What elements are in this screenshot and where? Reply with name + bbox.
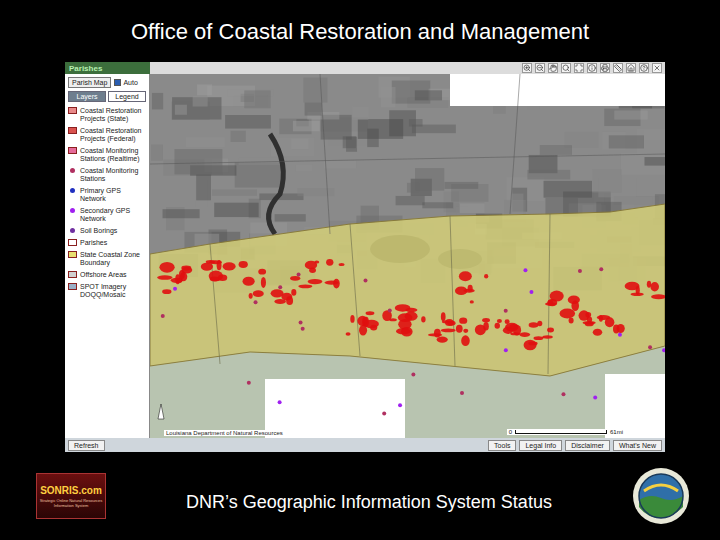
tab[interactable]: Legend (108, 91, 146, 102)
point-swatch (70, 188, 75, 193)
legend-item[interactable]: Offshore Areas (68, 271, 146, 279)
full-extent-icon (575, 64, 583, 72)
legend-item[interactable]: SPOT Imagery DOQQ/Mosaic (68, 283, 146, 299)
sonris-logo: SONRIS.comStrategic Online Natural Resou… (36, 473, 106, 519)
tool-button[interactable] (639, 63, 649, 73)
auto-checkbox[interactable]: Auto (114, 79, 137, 86)
home-icon (627, 64, 635, 72)
print-icon (601, 64, 609, 72)
tab-bar: LayersLegend (68, 91, 146, 102)
tool-button[interactable] (600, 63, 610, 73)
zoom-in-icon (523, 64, 531, 72)
tool-button[interactable] (548, 63, 558, 73)
legend-item[interactable]: Coastal Monitoring Stations (Realtime) (68, 147, 146, 163)
header-label: Parishes (65, 62, 150, 74)
tool-button[interactable] (535, 63, 545, 73)
north-arrow-icon (158, 404, 164, 419)
toolbar (150, 62, 665, 74)
pan-icon (549, 64, 557, 72)
close-icon (653, 64, 661, 72)
tool-button[interactable] (652, 63, 662, 73)
map-canvas[interactable] (150, 74, 665, 438)
area-swatch (68, 283, 77, 290)
footer-button[interactable]: Legal Info (519, 440, 562, 451)
area-swatch (68, 271, 77, 278)
header-bar: Parishes (65, 62, 665, 74)
footer-button[interactable]: What's New (613, 440, 662, 451)
footer-button[interactable]: Disclaimer (565, 440, 610, 451)
slide-title: Office of Coastal Restoration and Manage… (0, 0, 720, 62)
legend-item[interactable]: Primary GPS Network (68, 187, 146, 203)
legend-item[interactable]: Coastal Monitoring Stations (68, 167, 146, 183)
area-swatch (68, 147, 77, 154)
help-icon (640, 64, 648, 72)
measure-icon (614, 64, 622, 72)
slide-caption: DNR’s Geographic Information System Stat… (116, 480, 622, 513)
area-swatch (68, 251, 77, 258)
legend-item[interactable]: State Coastal Zone Boundary (68, 251, 146, 267)
checkbox-box[interactable] (114, 79, 121, 86)
legend-item[interactable]: Parishes (68, 239, 146, 247)
area-swatch (68, 107, 77, 114)
tool-button[interactable] (613, 63, 623, 73)
legend-item[interactable]: Soil Borings (68, 227, 146, 235)
map-credit: Louisiana Department of Natural Resource… (164, 430, 285, 436)
dnr-seal-icon (632, 467, 690, 525)
footer-bar: Refresh ToolsLegal InfoDisclaimerWhat's N… (65, 438, 665, 452)
legend-item[interactable]: Coastal Restoration Projects (Federal) (68, 127, 146, 143)
footer-button[interactable]: Tools (488, 440, 516, 451)
scale-bar: 061mi (507, 429, 625, 435)
point-swatch (70, 208, 75, 213)
search-icon (562, 64, 570, 72)
map-area: Louisiana Department of Natural Resource… (150, 74, 665, 438)
slide: Office of Coastal Restoration and Manage… (0, 0, 720, 540)
point-swatch (70, 168, 75, 173)
zoom-out-icon (536, 64, 544, 72)
legend-list: Coastal Restoration Projects (State) Coas… (68, 105, 146, 299)
area-swatch (68, 127, 77, 134)
tool-button[interactable] (522, 63, 532, 73)
info-icon (588, 64, 596, 72)
tool-button[interactable] (587, 63, 597, 73)
tool-button[interactable] (561, 63, 571, 73)
map-select[interactable]: Parish Map (68, 77, 111, 88)
point-swatch (70, 228, 75, 233)
tool-button[interactable] (626, 63, 636, 73)
legend-item[interactable]: Secondary GPS Network (68, 207, 146, 223)
refresh-button[interactable]: Refresh (68, 440, 105, 451)
legend-panel: Parish MapAuto LayersLegend Coastal Restor… (65, 74, 150, 438)
tab[interactable]: Layers (68, 91, 106, 102)
gis-screenshot: Parishes Parish MapAuto LayersLegend Coasta… (65, 62, 665, 452)
area-swatch (68, 239, 77, 246)
tool-button[interactable] (574, 63, 584, 73)
legend-item[interactable]: Coastal Restoration Projects (State) (68, 107, 146, 123)
